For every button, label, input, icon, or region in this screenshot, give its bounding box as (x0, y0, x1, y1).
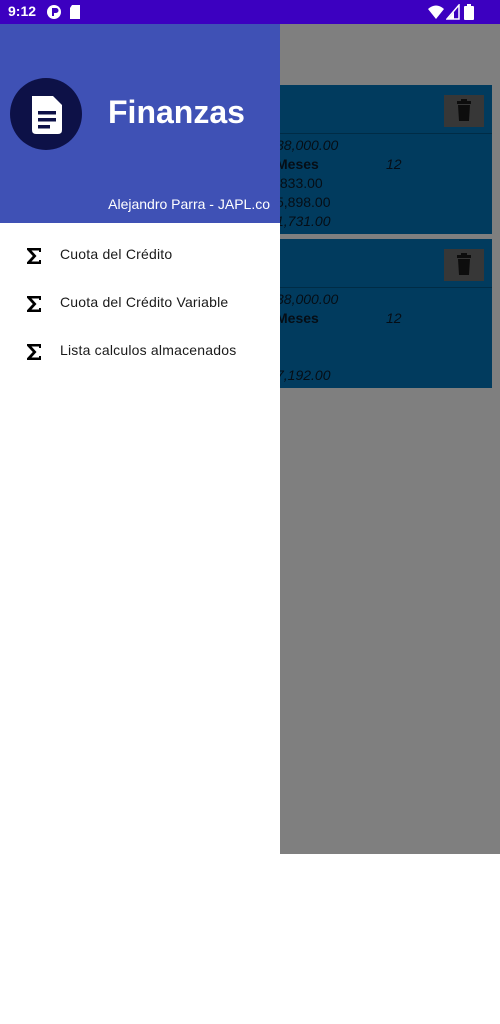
menu-item-cuota-credito[interactable]: Cuota del Crédito (0, 232, 280, 280)
menu-item-cuota-credito-variable[interactable]: Cuota del Crédito Variable (0, 280, 280, 328)
menu-item-lista-calculos[interactable]: Lista calculos almacenados (0, 328, 280, 376)
app-logo (10, 78, 82, 150)
sigma-icon (27, 344, 41, 360)
menu-item-label: Cuota del Crédito Variable (60, 294, 229, 310)
menu-item-label: Cuota del Crédito (60, 246, 173, 262)
signal-icon (446, 4, 460, 20)
document-icon (32, 96, 62, 134)
status-bar: 9:12 (0, 0, 500, 24)
sigma-icon (27, 248, 41, 264)
screen: 9:12 asdasd (0, 0, 500, 1024)
navigation-drawer: Finanzas Alejandro Parra - JAPL.co Cuota… (0, 24, 280, 854)
drawer-header: Finanzas Alejandro Parra - JAPL.co (0, 24, 280, 223)
status-time: 9:12 (8, 3, 37, 19)
app-name: Finanzas (108, 94, 245, 130)
menu-item-label: Lista calculos almacenados (60, 342, 237, 358)
notification-icon (47, 5, 61, 19)
battery-icon (464, 4, 474, 20)
sd-card-icon (70, 5, 80, 19)
wifi-icon (428, 5, 444, 19)
sigma-icon (27, 296, 41, 312)
user-info: Alejandro Parra - JAPL.co (108, 196, 270, 212)
